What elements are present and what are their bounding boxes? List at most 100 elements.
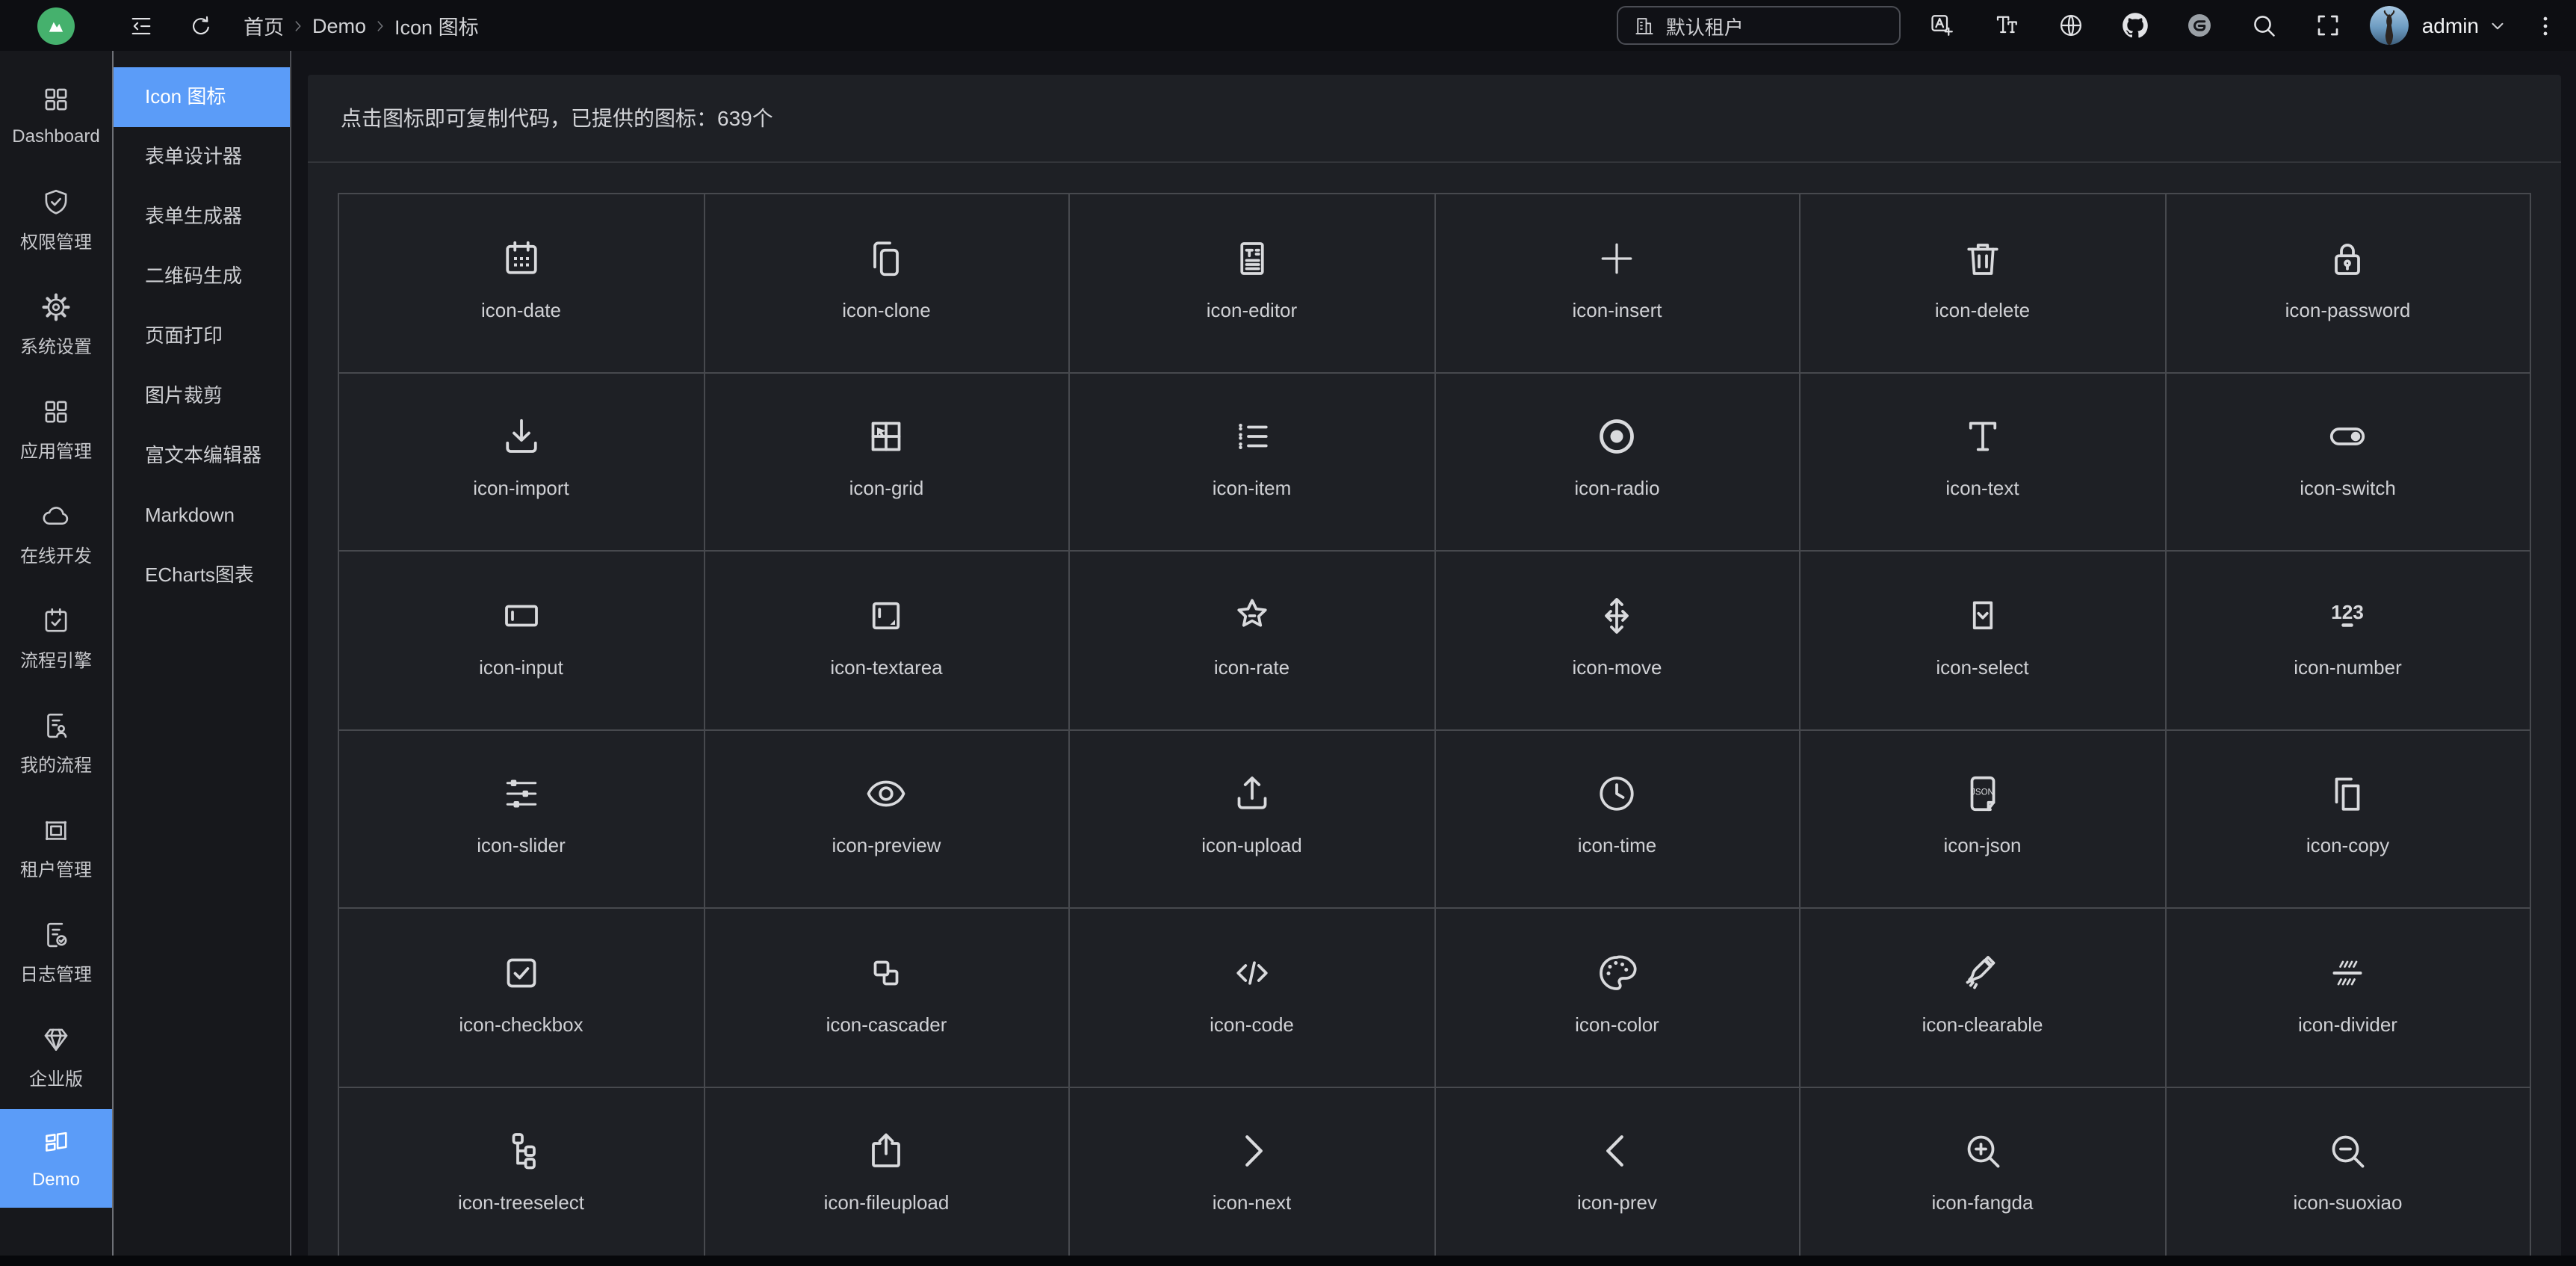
doc-check-icon bbox=[40, 918, 72, 950]
avatar-photo-icon bbox=[2370, 6, 2409, 45]
logo[interactable] bbox=[0, 7, 112, 44]
sidebar-item-租户管理[interactable]: 租户管理 bbox=[0, 795, 112, 900]
icon-cell-icon-delete[interactable]: icon-delete bbox=[1801, 194, 2166, 373]
submenu-item[interactable]: 表单设计器 bbox=[114, 127, 290, 187]
icon-cell-label: icon-editor bbox=[1207, 299, 1297, 321]
icon-cell-icon-radio[interactable]: icon-radio bbox=[1435, 373, 1801, 552]
icon-cell-icon-password[interactable]: icon-password bbox=[2166, 194, 2531, 373]
sidebar-item-demo[interactable]: Demo bbox=[0, 1109, 112, 1208]
icon-cell-icon-treeselect[interactable]: icon-treeselect bbox=[339, 1087, 705, 1266]
icon-cell-icon-json[interactable]: JSONicon-json bbox=[1801, 730, 2166, 909]
icon-slider bbox=[499, 772, 544, 817]
icon-import bbox=[499, 415, 544, 460]
avatar[interactable] bbox=[2370, 6, 2409, 45]
submenu-item[interactable]: 图片裁剪 bbox=[114, 366, 290, 426]
translate-button[interactable] bbox=[1928, 10, 1957, 40]
icon-cell-icon-slider[interactable]: icon-slider bbox=[339, 730, 705, 909]
sidebar-item-权限管理[interactable]: 权限管理 bbox=[0, 167, 112, 272]
sidebar-item-dashboard[interactable]: Dashboard bbox=[0, 63, 112, 167]
search-button[interactable] bbox=[2249, 10, 2279, 40]
fullscreen-icon bbox=[2315, 12, 2341, 39]
submenu-item[interactable]: 二维码生成 bbox=[114, 247, 290, 306]
submenu-item[interactable]: 页面打印 bbox=[114, 306, 290, 366]
icon-cell-label: icon-select bbox=[1936, 656, 2028, 679]
icon-cell-icon-code[interactable]: icon-code bbox=[1070, 909, 1435, 1087]
sidebar-item-日志管理[interactable]: 日志管理 bbox=[0, 900, 112, 1004]
icon-cell-icon-switch[interactable]: icon-switch bbox=[2166, 373, 2531, 552]
icon-cell-icon-number[interactable]: 123icon-number bbox=[2166, 552, 2531, 730]
icon-cell-icon-upload[interactable]: icon-upload bbox=[1070, 730, 1435, 909]
icon-cell-icon-editor[interactable]: icon-editor bbox=[1070, 194, 1435, 373]
icon-move bbox=[1595, 593, 1640, 638]
icon-cell-label: icon-next bbox=[1213, 1192, 1292, 1214]
sidebar-item-label: 在线开发 bbox=[20, 542, 92, 567]
cloud-icon bbox=[40, 500, 72, 531]
icon-item bbox=[1230, 415, 1275, 460]
globe-button[interactable] bbox=[2056, 10, 2086, 40]
font-size-button[interactable] bbox=[1992, 10, 2022, 40]
fullscreen-button[interactable] bbox=[2313, 10, 2343, 40]
breadcrumb-item[interactable]: Icon 图标 bbox=[394, 10, 479, 40]
submenu-item[interactable]: Markdown bbox=[114, 486, 290, 546]
submenu-item[interactable]: Icon 图标 bbox=[114, 67, 290, 127]
icon-cell-icon-move[interactable]: icon-move bbox=[1435, 552, 1801, 730]
chevron-right-icon bbox=[290, 17, 306, 34]
user-name[interactable]: admin bbox=[2422, 13, 2479, 37]
icon-cell-icon-fangda[interactable]: icon-fangda bbox=[1801, 1087, 2166, 1266]
breadcrumb-item[interactable]: Demo bbox=[312, 14, 366, 37]
icon-cell-icon-input[interactable]: icon-input bbox=[339, 552, 705, 730]
submenu-item[interactable]: 富文本编辑器 bbox=[114, 426, 290, 486]
icon-cell-icon-divider[interactable]: icon-divider bbox=[2166, 909, 2531, 1087]
sidebar-item-在线开发[interactable]: 在线开发 bbox=[0, 481, 112, 586]
icon-cell-icon-preview[interactable]: icon-preview bbox=[705, 730, 1070, 909]
gitee-button[interactable] bbox=[2185, 10, 2214, 40]
icon-cell-label: icon-divider bbox=[2298, 1013, 2397, 1036]
sidebar-item-我的流程[interactable]: 我的流程 bbox=[0, 691, 112, 795]
sidebar-item-企业版[interactable]: 企业版 bbox=[0, 1004, 112, 1109]
icon-cell-icon-checkbox[interactable]: icon-checkbox bbox=[339, 909, 705, 1087]
icon-cell-icon-clearable[interactable]: icon-clearable bbox=[1801, 909, 2166, 1087]
icon-cell-icon-import[interactable]: icon-import bbox=[339, 373, 705, 552]
icon-cell-icon-prev[interactable]: icon-prev bbox=[1435, 1087, 1801, 1266]
icon-cell-icon-grid[interactable]: icon-grid bbox=[705, 373, 1070, 552]
icon-cell-icon-time[interactable]: icon-time bbox=[1435, 730, 1801, 909]
github-button[interactable] bbox=[2120, 10, 2150, 40]
submenu-item[interactable]: 表单生成器 bbox=[114, 187, 290, 247]
submenu-item[interactable]: ECharts图表 bbox=[114, 546, 290, 605]
tenant-select[interactable]: 默认租户 bbox=[1617, 6, 1901, 45]
sidebar-item-流程引擎[interactable]: 流程引擎 bbox=[0, 586, 112, 691]
icon-cell-icon-rate[interactable]: icon-rate bbox=[1070, 552, 1435, 730]
sidebar-item-系统设置[interactable]: 系统设置 bbox=[0, 272, 112, 377]
icon-cell-label: icon-prev bbox=[1577, 1192, 1657, 1214]
icon-cell-icon-item[interactable]: icon-item bbox=[1070, 373, 1435, 552]
icon-cell-icon-copy[interactable]: icon-copy bbox=[2166, 730, 2531, 909]
more-menu-button[interactable] bbox=[2525, 6, 2564, 45]
icon-cell-icon-next[interactable]: icon-next bbox=[1070, 1087, 1435, 1266]
icon-time bbox=[1595, 772, 1640, 817]
breadcrumb-item[interactable]: 首页 bbox=[244, 10, 284, 40]
icon-cell-label: icon-clone bbox=[842, 299, 931, 321]
icon-cell-icon-color[interactable]: icon-color bbox=[1435, 909, 1801, 1087]
icon-cell-icon-fileupload[interactable]: icon-fileupload bbox=[705, 1087, 1070, 1266]
icon-cell-icon-select[interactable]: icon-select bbox=[1801, 552, 2166, 730]
icon-cell-icon-suoxiao[interactable]: icon-suoxiao bbox=[2166, 1087, 2531, 1266]
icon-cell-label: icon-date bbox=[481, 299, 561, 321]
icon-cell-icon-cascader[interactable]: icon-cascader bbox=[705, 909, 1070, 1087]
icon-text bbox=[1960, 415, 2005, 460]
icon-cell-icon-textarea[interactable]: icon-textarea bbox=[705, 552, 1070, 730]
icon-cell-icon-clone[interactable]: icon-clone bbox=[705, 194, 1070, 373]
sidebar-item-应用管理[interactable]: 应用管理 bbox=[0, 377, 112, 481]
icon-cell-icon-insert[interactable]: icon-insert bbox=[1435, 194, 1801, 373]
sidebar-rail: Dashboard 权限管理系统设置应用管理在线开发流程引擎我的流程租户管理日志管… bbox=[0, 51, 112, 1256]
icon-cell-label: icon-code bbox=[1210, 1013, 1294, 1036]
icon-radio bbox=[1595, 415, 1640, 460]
sidebar-item-label: Dashboard bbox=[12, 126, 99, 146]
icon-cell-icon-text[interactable]: icon-text bbox=[1801, 373, 2166, 552]
refresh-button[interactable] bbox=[181, 6, 220, 45]
icon-preview bbox=[864, 772, 909, 817]
icon-cell-label: icon-item bbox=[1213, 478, 1292, 500]
chevron-down-icon[interactable] bbox=[2488, 16, 2507, 35]
collapse-sidebar-button[interactable] bbox=[121, 6, 160, 45]
icon-cell-icon-date[interactable]: icon-date bbox=[339, 194, 705, 373]
icon-select bbox=[1960, 593, 2005, 638]
